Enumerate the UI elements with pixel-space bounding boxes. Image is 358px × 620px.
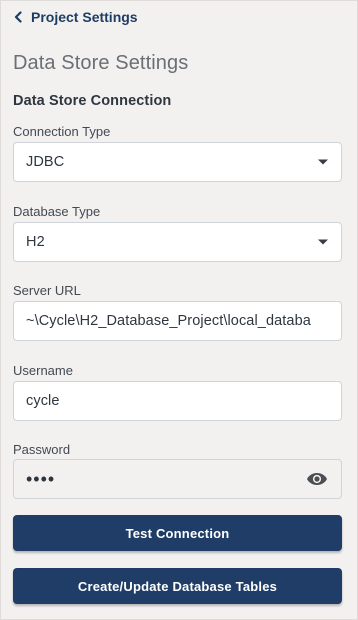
test-connection-button[interactable]: Test Connection — [13, 515, 342, 551]
page-title: Data Store Settings — [13, 52, 189, 74]
create-update-database-tables-button[interactable]: Create/Update Database Tables — [13, 568, 342, 604]
chevron-left-icon — [13, 11, 23, 23]
username-label: Username — [13, 363, 73, 378]
back-to-project-settings-link[interactable]: Project Settings — [13, 6, 138, 28]
section-title: Data Store Connection — [13, 93, 172, 109]
server-url-value: ~\Cycle\H2_Database_Project\local_databa — [26, 313, 311, 329]
username-value: cycle — [26, 393, 60, 409]
username-input[interactable]: cycle — [13, 381, 342, 421]
password-label: Password — [13, 442, 71, 457]
eye-icon[interactable] — [305, 467, 329, 491]
password-masked-value: •••• — [26, 470, 56, 488]
database-type-value: H2 — [26, 234, 45, 250]
server-url-label: Server URL — [13, 283, 81, 298]
connection-type-label: Connection Type — [13, 124, 111, 139]
database-type-select[interactable]: H2 — [13, 222, 342, 262]
server-url-input[interactable]: ~\Cycle\H2_Database_Project\local_databa — [13, 301, 342, 341]
connection-type-select[interactable]: JDBC — [13, 142, 342, 182]
back-link-label: Project Settings — [31, 9, 138, 25]
password-input[interactable]: •••• — [13, 459, 342, 499]
database-type-label: Database Type — [13, 204, 101, 219]
chevron-down-icon — [317, 238, 329, 246]
connection-type-value: JDBC — [26, 154, 65, 170]
chevron-down-icon — [317, 158, 329, 166]
